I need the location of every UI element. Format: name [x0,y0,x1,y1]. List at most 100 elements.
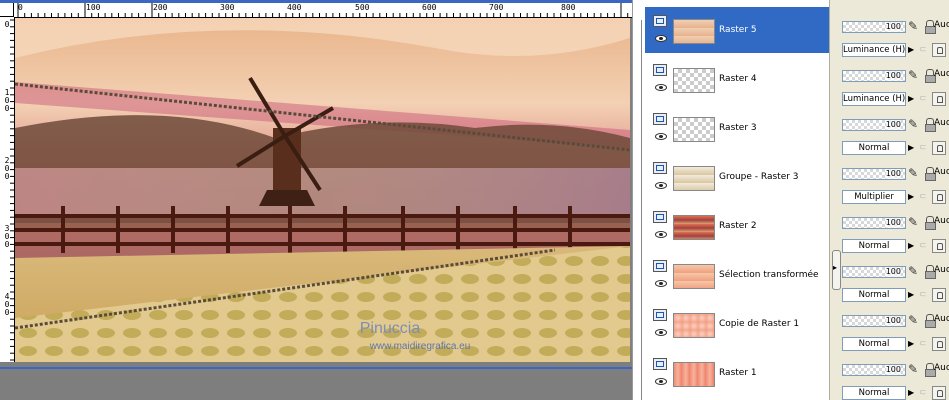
layer-row[interactable]: Sélection transformée [645,252,829,298]
mask-label: Aucu [934,167,949,177]
layer-thumbnail [673,68,715,93]
layer-name: Raster 2 [719,221,757,231]
layer-type-icon[interactable] [653,64,667,76]
padlock-icon[interactable] [932,43,946,57]
padlock-icon[interactable] [932,190,946,204]
layer-thumbnail [673,313,715,338]
padlock-icon[interactable] [932,141,946,155]
layer-thumbnail [673,215,715,240]
palette-splitter[interactable] [829,0,842,400]
lock-icon[interactable] [925,314,936,328]
ruler-label: 0 [18,3,23,12]
blend-mode-select[interactable]: Luminance (H) [842,43,906,57]
opacity-slider[interactable]: 100 [842,70,906,82]
blend-mode-select[interactable]: Normal [842,337,906,351]
lock-icon[interactable] [925,20,936,34]
dropdown-arrow-icon[interactable]: ▶ [908,339,916,349]
layer-type-icon[interactable] [653,162,667,174]
brush-icon[interactable]: ✎ [908,68,922,82]
ruler-label: 500 [355,3,370,12]
layer-row[interactable]: Raster 1 [645,350,829,396]
dropdown-arrow-icon[interactable]: ▶ [908,45,916,55]
opacity-slider[interactable]: 100 [842,119,906,131]
opacity-value: 100 [885,120,901,130]
layer-type-icon[interactable] [653,113,667,125]
padlock-icon[interactable] [932,239,946,253]
dropdown-arrow-icon[interactable]: ▶ [908,290,916,300]
visibility-eye-icon[interactable] [655,280,667,287]
layer-row[interactable]: Raster 2 [645,203,829,249]
visibility-eye-icon[interactable] [655,133,667,140]
dropdown-arrow-icon[interactable]: ▶ [908,388,916,398]
opacity-slider[interactable]: 100 [842,364,906,376]
lock-icon[interactable] [925,118,936,132]
layer-thumbnail [673,19,715,44]
brush-icon[interactable]: ✎ [908,313,922,327]
blend-mode-select[interactable]: Normal [842,288,906,302]
blend-mode-select[interactable]: Multiplier [842,190,906,204]
layer-type-icon[interactable] [653,260,667,272]
blend-mode-select[interactable]: Normal [842,141,906,155]
mask-label: Aucu [934,363,949,373]
brush-icon[interactable]: ✎ [908,362,922,376]
landscape-artwork: Pinuccia www.maidiregrafica.eu [15,18,630,362]
brush-icon[interactable]: ✎ [908,264,922,278]
lock-icon[interactable] [925,265,936,279]
brush-icon[interactable]: ✎ [908,19,922,33]
opacity-slider[interactable]: 100 [842,315,906,327]
opacity-slider[interactable]: 100 [842,21,906,33]
horizontal-ruler: 0 100 200 300 400 500 600 700 800 [14,3,632,18]
layer-row[interactable]: Raster 4 [645,56,829,102]
lock-icon[interactable] [925,216,936,230]
layer-properties: 100 ✎ Aucu Multiplier▶⊂ [842,154,949,204]
layer-type-icon[interactable] [653,211,667,223]
visibility-eye-icon[interactable] [655,182,667,189]
layer-name: Raster 5 [719,25,757,35]
layer-row[interactable]: Raster 3 [645,105,829,151]
mask-label: Aucu [934,314,949,324]
mask-label: Aucu [934,20,949,30]
layer-row[interactable]: Raster 5 [645,7,829,53]
padlock-icon[interactable] [932,288,946,302]
layer-names-column: Raster 5 Raster 4 Raster 3 Groupe - Raster … [633,0,829,400]
dropdown-arrow-icon[interactable]: ▶ [908,143,916,153]
layer-row[interactable]: Copie de Raster 1 [645,301,829,347]
brush-icon[interactable]: ✎ [908,117,922,131]
lock-icon[interactable] [925,363,936,377]
canvas-image[interactable]: Pinuccia www.maidiregrafica.eu [15,18,630,362]
brush-icon[interactable]: ✎ [908,166,922,180]
lock-icon[interactable] [925,167,936,181]
layer-thumbnail [673,362,715,387]
dropdown-arrow-icon[interactable]: ▶ [908,192,916,202]
dropdown-arrow-icon[interactable]: ▶ [908,241,916,251]
opacity-slider[interactable]: 100 [842,217,906,229]
dropdown-arrow-icon[interactable]: ▶ [908,94,916,104]
brush-icon[interactable]: ✎ [908,215,922,229]
visibility-eye-icon[interactable] [655,378,667,385]
padlock-icon[interactable] [932,386,946,400]
padlock-icon[interactable] [932,337,946,351]
expand-arrow-icon[interactable] [832,250,841,290]
padlock-icon[interactable] [932,92,946,106]
layer-type-icon[interactable] [653,309,667,321]
visibility-eye-icon[interactable] [655,84,667,91]
ruler-label: 100 [4,88,10,113]
opacity-slider[interactable]: 100 [842,168,906,180]
blend-mode-select[interactable]: Normal [842,386,906,400]
layer-properties: 100 ✎ Aucu Normal▶⊂ [842,350,949,400]
layer-type-icon[interactable] [653,358,667,370]
visibility-eye-icon[interactable] [655,329,667,336]
visibility-eye-icon[interactable] [655,35,667,42]
layer-type-icon[interactable] [653,15,667,27]
opacity-slider[interactable]: 100 [842,266,906,278]
blend-mode-select[interactable]: Normal [842,239,906,253]
ruler-ticks [17,3,629,17]
canvas-area[interactable]: 0 100 200 300 400 500 600 700 800 0 100 … [0,0,632,400]
layer-properties-column: 100✎AucuLuminance (H)▶⊂100✎AucuLuminance… [842,0,949,400]
lock-icon[interactable] [925,69,936,83]
mask-label: Aucu [934,118,949,128]
layer-row[interactable]: Groupe - Raster 3 [645,154,829,200]
blend-mode-select[interactable]: Luminance (H) [842,92,906,106]
layer-name: Copie de Raster 1 [719,319,800,329]
visibility-eye-icon[interactable] [655,231,667,238]
